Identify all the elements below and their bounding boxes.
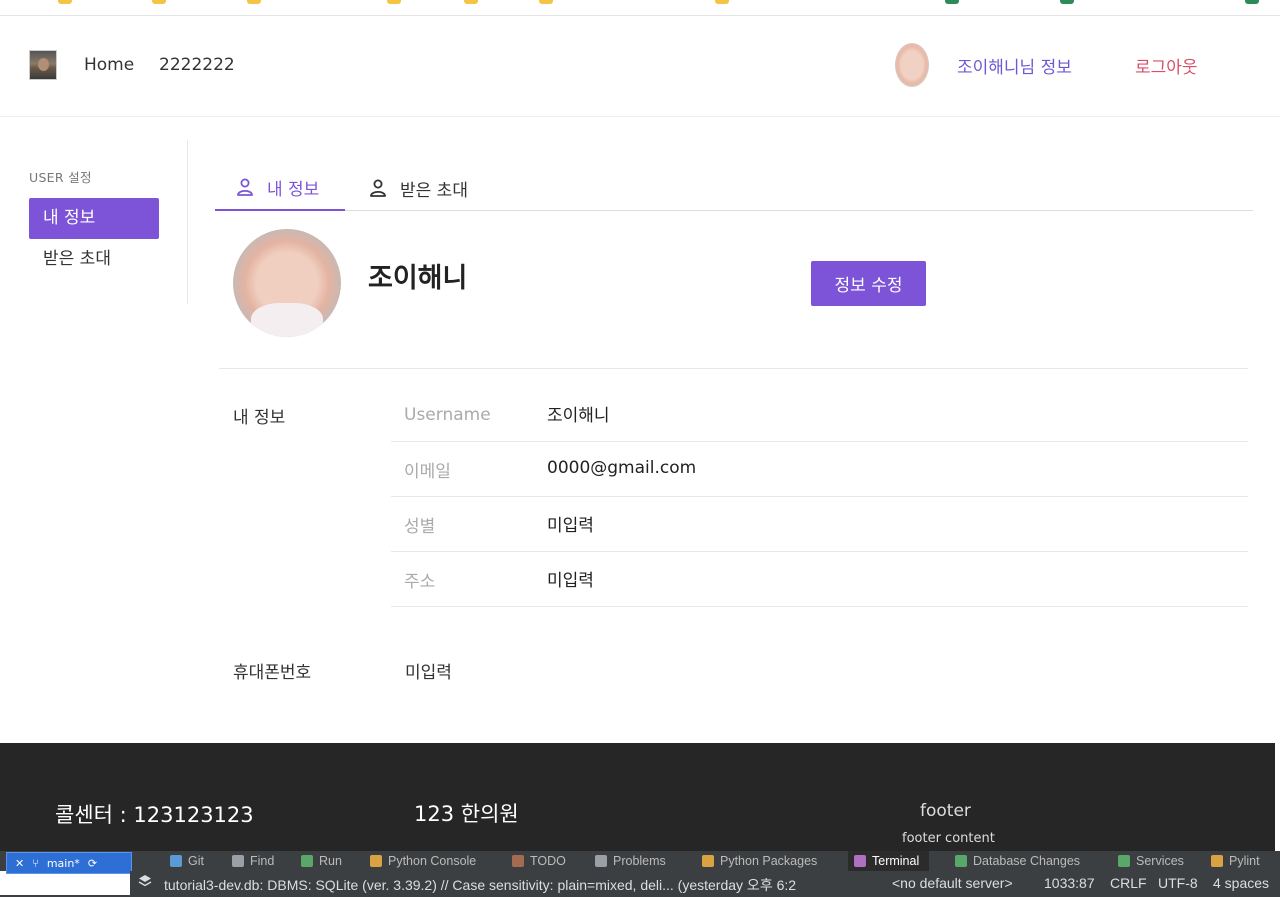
- section-divider: [219, 368, 1248, 369]
- row-value: 조이해니: [547, 406, 610, 426]
- tab-my-info[interactable]: 내 정보: [215, 165, 345, 211]
- close-icon[interactable]: ✕: [15, 857, 24, 870]
- user-info-link[interactable]: 조이해니님 정보: [957, 53, 1072, 78]
- profile-tabs: 내 정보 받은 초대: [215, 165, 1253, 211]
- tool-database-changes[interactable]: Database Changes: [955, 851, 1080, 871]
- table-row: Username 조이해니: [391, 387, 1248, 442]
- pylint-icon: [1211, 855, 1223, 867]
- row-key: 이메일: [404, 462, 451, 482]
- footer-content: footer content: [902, 831, 995, 846]
- table-row: 이메일 0000@gmail.com: [391, 442, 1248, 497]
- info-section-label: 내 정보: [233, 408, 286, 428]
- row-key: 주소: [404, 572, 436, 592]
- tool-problems[interactable]: Problems: [595, 851, 666, 871]
- database-icon: [955, 855, 967, 867]
- problems-icon: [595, 855, 607, 867]
- tool-python-packages[interactable]: Python Packages: [702, 851, 817, 871]
- terminal-icon: [854, 855, 866, 867]
- footer-address: 123 한의원: [414, 802, 519, 826]
- row-key: 성별: [404, 517, 436, 537]
- tool-services[interactable]: Services: [1118, 851, 1184, 871]
- top-navbar: Home 2222222 조이해니님 정보 로그아웃: [0, 16, 1280, 117]
- branch-name: main*: [46, 856, 80, 870]
- row-value: 미입력: [547, 571, 594, 591]
- tool-todo[interactable]: TODO: [512, 851, 566, 871]
- row-value: 미입력: [547, 516, 594, 536]
- tool-find[interactable]: Find: [232, 851, 274, 871]
- find-icon: [232, 855, 244, 867]
- row-value: 0000@gmail.com: [547, 458, 697, 478]
- tab-label: 내 정보: [267, 179, 320, 200]
- sidebar-item-my-info[interactable]: 내 정보: [29, 198, 159, 239]
- branch-icon: ⑂: [32, 856, 39, 870]
- row-key: Username: [404, 405, 491, 425]
- user-avatar[interactable]: [895, 43, 929, 87]
- tool-pylint[interactable]: Pylint: [1211, 851, 1260, 871]
- status-message: tutorial3-dev.db: DBMS: SQLite (ver. 3.3…: [164, 877, 797, 893]
- status-encoding[interactable]: UTF-8: [1158, 875, 1198, 891]
- footer-call-center: 콜센터 : 123123123: [55, 803, 254, 827]
- table-row: 성별 미입력: [391, 497, 1248, 552]
- info-table: Username 조이해니 이메일 0000@gmail.com 성별 미입력 …: [391, 387, 1248, 607]
- logout-link[interactable]: 로그아웃: [1135, 53, 1198, 78]
- status-server[interactable]: <no default server>: [892, 875, 1013, 891]
- git-branch-widget[interactable]: ✕ ⑂ main* ⟳: [6, 852, 132, 874]
- sync-icon[interactable]: ⟳: [88, 857, 97, 870]
- status-cursor-position[interactable]: 1033:87: [1044, 875, 1095, 891]
- profile-photo: [233, 229, 341, 337]
- table-row: 주소 미입력: [391, 552, 1248, 607]
- services-icon: [1118, 855, 1130, 867]
- browser-bookmark-strip: [0, 0, 1280, 16]
- tool-run[interactable]: Run: [301, 851, 342, 871]
- user-icon: [235, 177, 255, 197]
- user-icon: [368, 178, 388, 198]
- footer-title: footer: [920, 801, 971, 821]
- phone-value: 미입력: [405, 663, 452, 683]
- phone-label: 휴대폰번호: [233, 663, 312, 683]
- nav-second-link[interactable]: 2222222: [159, 55, 235, 75]
- settings-sidebar: USER 설정 내 정보 받은 초대: [0, 140, 188, 304]
- tool-terminal[interactable]: Terminal: [848, 851, 930, 871]
- edit-profile-button[interactable]: 정보 수정: [811, 261, 926, 306]
- todo-icon: [512, 855, 524, 867]
- site-footer: 콜센터 : 123123123 123 한의원 footer footer co…: [0, 743, 1275, 851]
- sidebar-item-invitations[interactable]: 받은 초대: [29, 239, 159, 280]
- tab-invitations[interactable]: 받은 초대: [348, 165, 488, 211]
- git-icon: [170, 855, 182, 867]
- site-logo-image[interactable]: [29, 50, 57, 80]
- tool-python-console[interactable]: Python Console: [370, 851, 476, 871]
- tab-label: 받은 초대: [400, 180, 468, 201]
- layers-icon: [138, 874, 152, 891]
- sidebar-title: USER 설정: [29, 170, 92, 185]
- ide-status-bar: tutorial3-dev.db: DBMS: SQLite (ver. 3.3…: [130, 871, 1280, 895]
- run-icon: [301, 855, 313, 867]
- status-indent[interactable]: 4 spaces: [1213, 875, 1269, 891]
- tool-git[interactable]: Git: [170, 851, 204, 871]
- status-line-separator[interactable]: CRLF: [1110, 875, 1147, 891]
- python-console-icon: [370, 855, 382, 867]
- packages-icon: [702, 855, 714, 867]
- nav-home-link[interactable]: Home: [84, 55, 134, 75]
- ide-tool-window-bar: Git Find Run Python Console TODO Problem…: [0, 851, 1280, 871]
- profile-name: 조이해니: [368, 263, 468, 294]
